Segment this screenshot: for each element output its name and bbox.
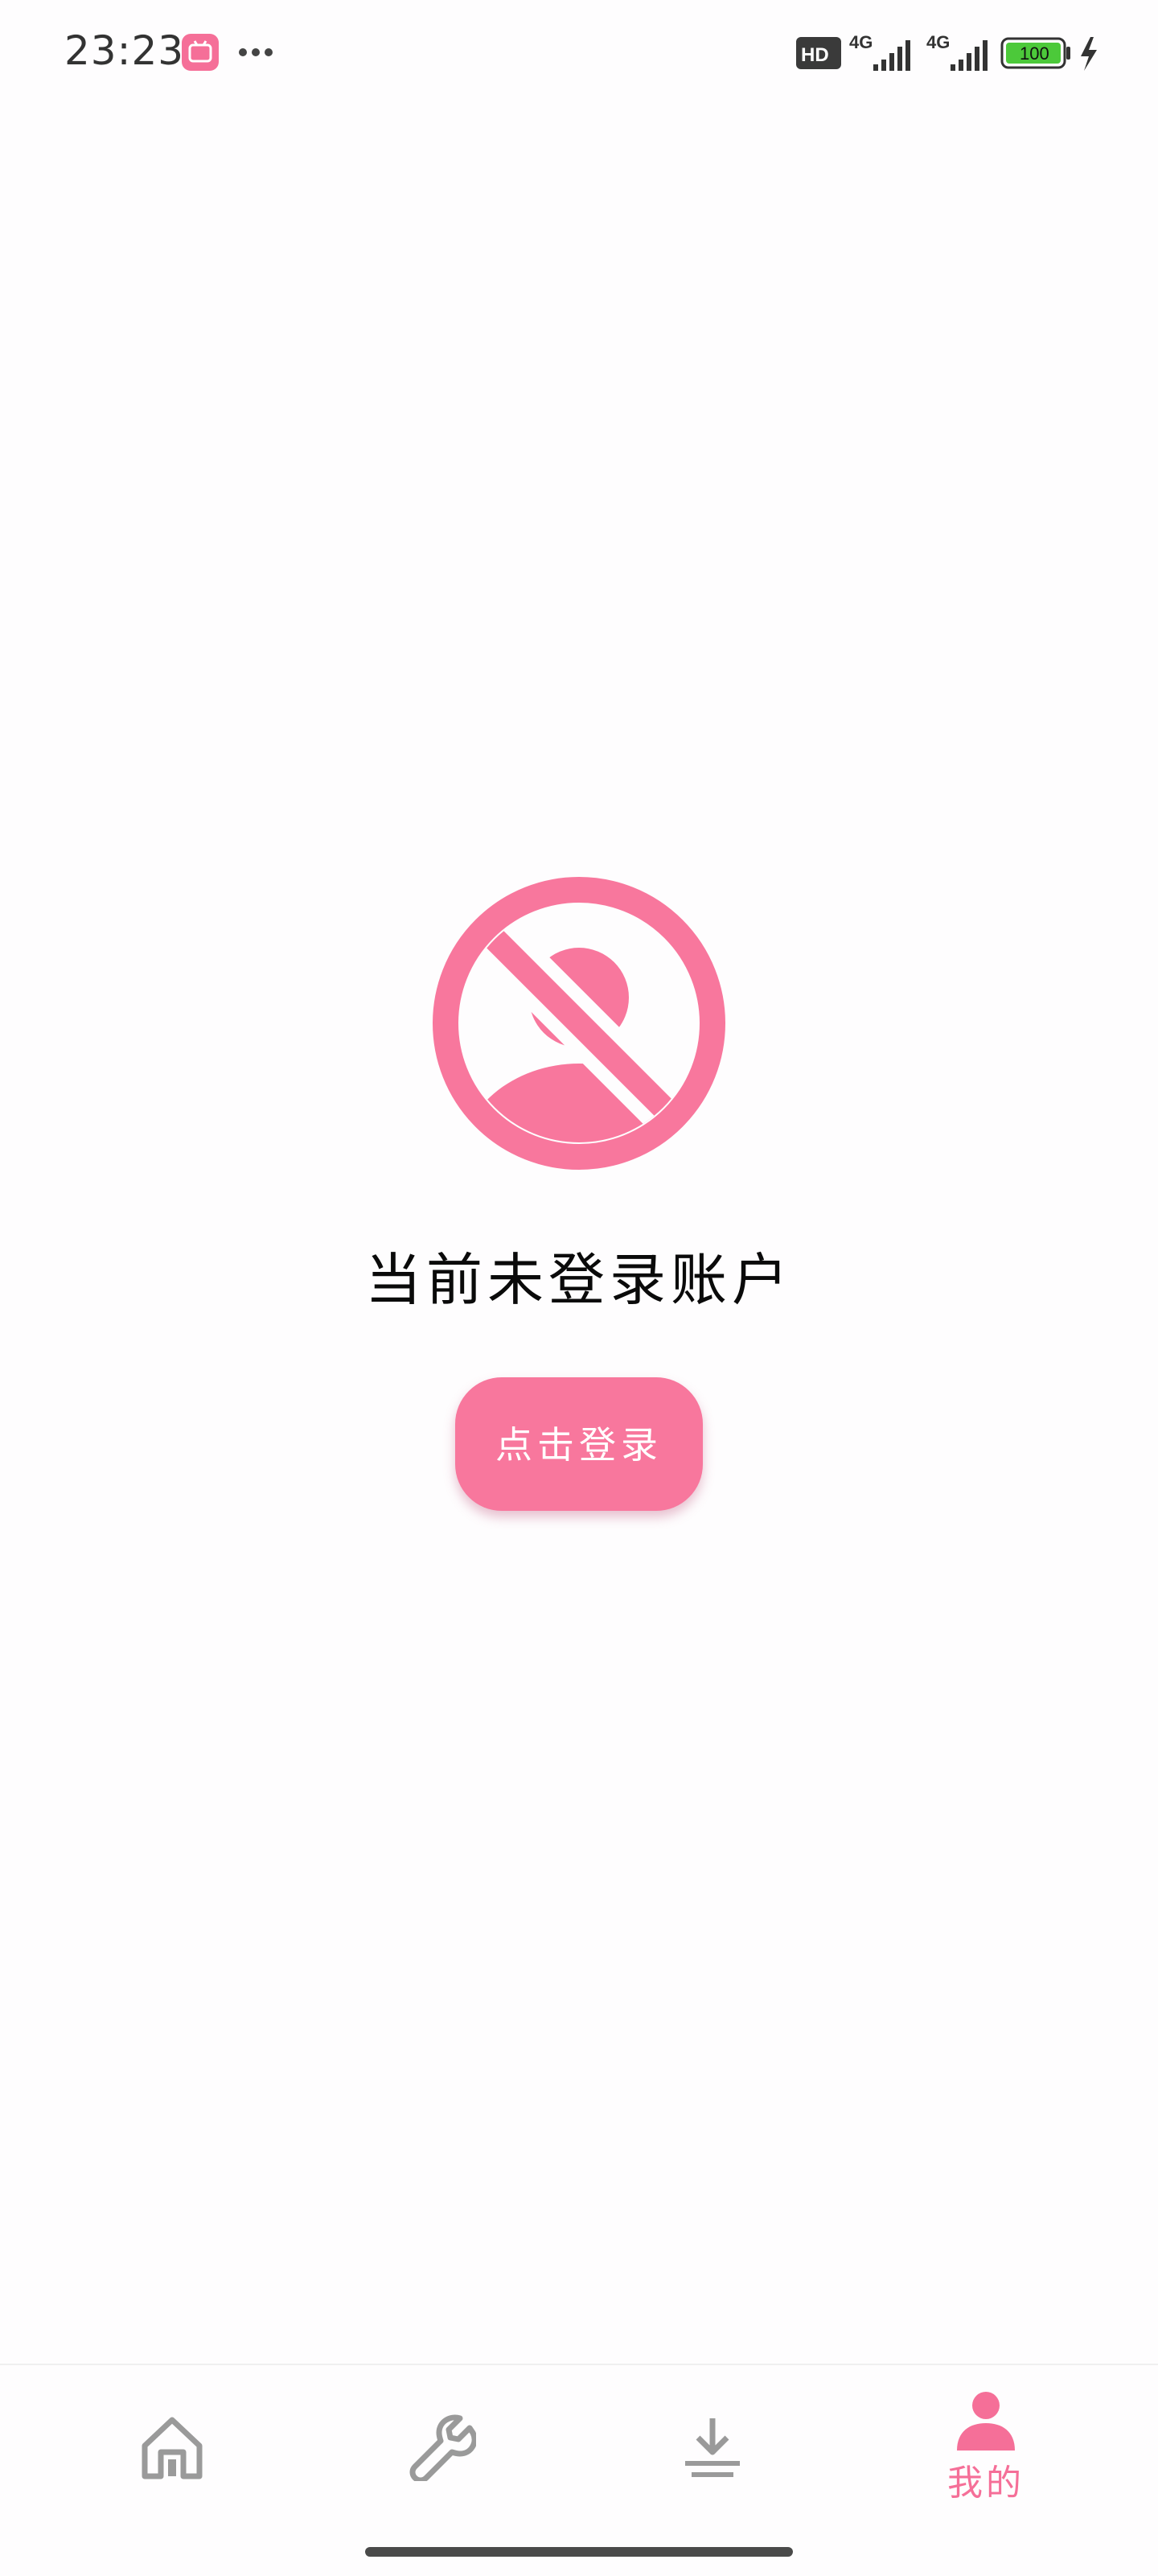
signal-icon-1 bbox=[873, 40, 910, 71]
nav-item-tools[interactable] bbox=[346, 2365, 539, 2526]
home-icon bbox=[142, 2417, 203, 2479]
more-dots-icon bbox=[239, 48, 273, 56]
svg-text:100: 100 bbox=[1020, 43, 1049, 64]
battery-icon: 100 bbox=[1000, 37, 1070, 69]
wrench-icon bbox=[409, 2414, 476, 2481]
signal-icon-2 bbox=[951, 40, 988, 71]
status-icons: HD 4G 4G 100 bbox=[796, 32, 1097, 71]
status-bar: 23:23 HD 4G 4G 100 bbox=[0, 0, 1158, 105]
download-icon bbox=[685, 2418, 740, 2477]
nav-item-mine[interactable]: 我的 bbox=[889, 2365, 1082, 2526]
svg-text:HD: HD bbox=[801, 44, 829, 66]
nav-item-download[interactable] bbox=[616, 2365, 809, 2526]
svg-text:4G: 4G bbox=[926, 32, 950, 52]
charging-icon bbox=[1081, 37, 1097, 71]
svg-text:4G: 4G bbox=[849, 32, 873, 52]
person-icon bbox=[957, 2392, 1015, 2450]
nav-item-home[interactable] bbox=[76, 2365, 269, 2526]
app-notification-icon bbox=[182, 34, 219, 71]
not-logged-in-title: 当前未登录账户 bbox=[365, 1247, 793, 1313]
bottom-nav: 我的 bbox=[0, 2364, 1158, 2576]
home-indicator[interactable] bbox=[365, 2547, 793, 2557]
no-account-icon bbox=[433, 877, 725, 1170]
login-button[interactable]: 点击登录 bbox=[455, 1377, 703, 1511]
nav-label-mine: 我的 bbox=[947, 2463, 1025, 2504]
empty-state: 当前未登录账户 点击登录 bbox=[0, 877, 1158, 1511]
status-time: 23:23 bbox=[64, 27, 185, 74]
